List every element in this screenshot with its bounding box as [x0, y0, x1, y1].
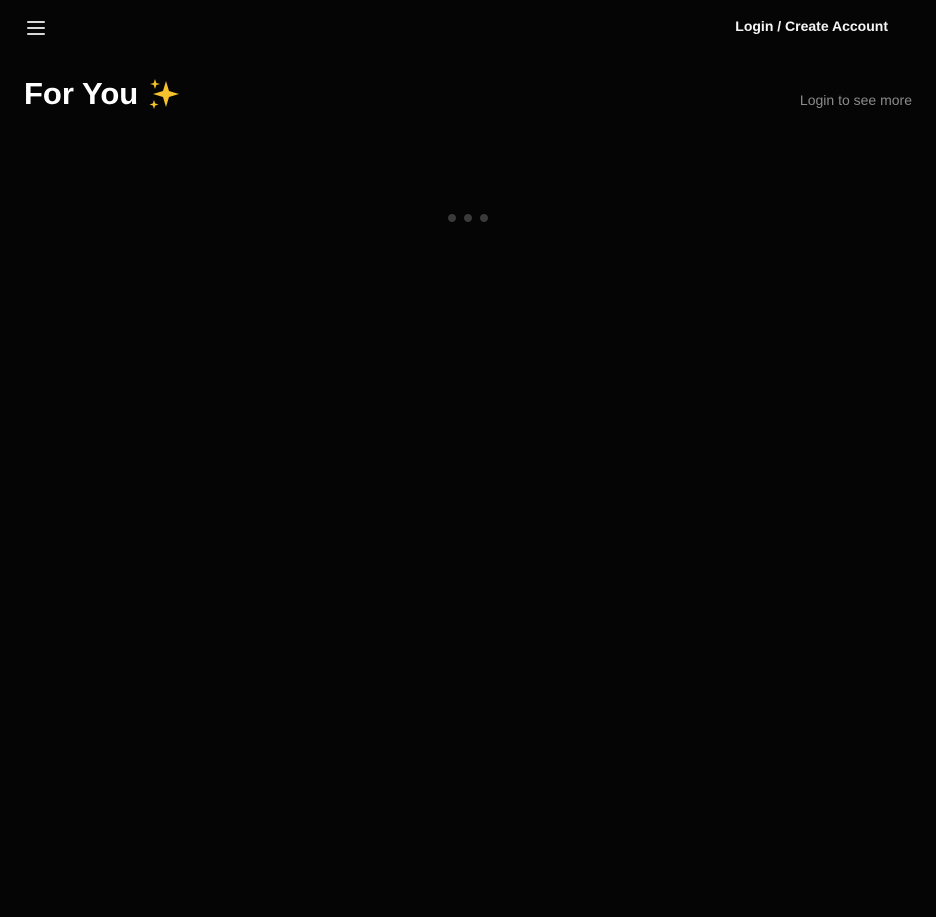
loading-dot [480, 214, 488, 222]
page-title-container: For You [24, 76, 182, 112]
login-create-account-button[interactable]: Login / Create Account [735, 18, 888, 34]
login-hint-text: Login to see more [799, 92, 912, 108]
loading-dot [448, 214, 456, 222]
page: Login / Create Account For You Login to … [0, 0, 936, 917]
page-title: For You [24, 76, 139, 111]
loading-dots-icon [448, 214, 488, 222]
header-row: For You Login to see more [24, 72, 912, 120]
menu-line [27, 33, 45, 35]
menu-line [27, 21, 45, 23]
loading-dot [464, 214, 472, 222]
top-bar: Login / Create Account [0, 0, 936, 56]
hamburger-menu-icon[interactable] [24, 16, 48, 40]
sparkles-icon [146, 77, 182, 113]
menu-line [27, 27, 45, 29]
